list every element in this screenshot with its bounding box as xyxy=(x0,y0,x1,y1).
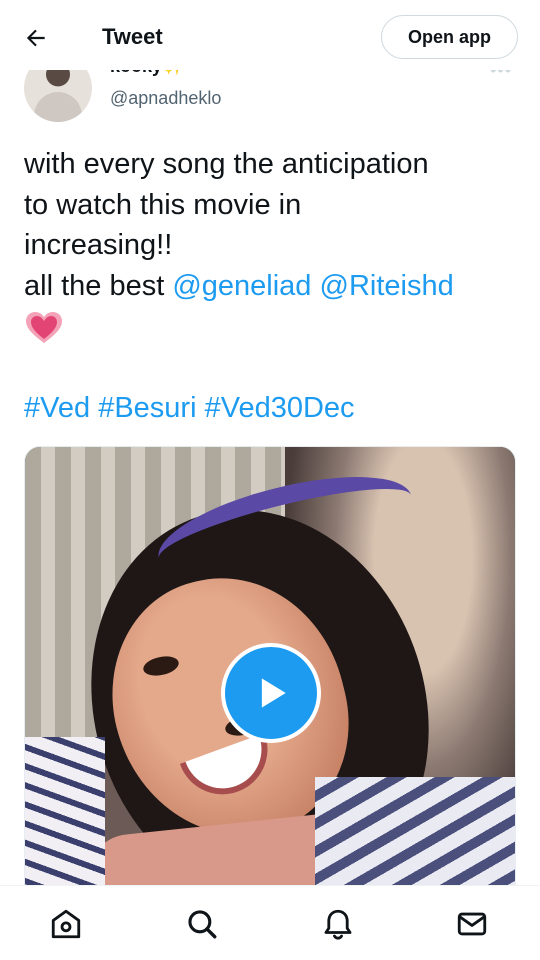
notifications-icon xyxy=(324,909,352,940)
thumbnail-sweater xyxy=(25,737,105,885)
open-app-button[interactable]: Open app xyxy=(381,15,518,59)
tweet-text: with every song the anticipation to watc… xyxy=(24,144,519,358)
search-icon xyxy=(188,910,217,939)
tweet-line: all the best @geneliad @Riteishd xyxy=(24,266,519,307)
tweet-line: increasing!! xyxy=(24,229,173,261)
back-button[interactable] xyxy=(20,22,52,54)
messages-icon xyxy=(457,912,487,936)
play-button[interactable] xyxy=(221,643,321,743)
tweet-line: to watch this movie in xyxy=(24,188,302,221)
back-arrow-icon xyxy=(26,29,45,47)
heart-emoji-icon xyxy=(24,310,64,358)
hashtag-link[interactable]: #Ved30Dec xyxy=(205,392,355,424)
nav-search[interactable] xyxy=(182,904,222,944)
tweet-line: with every song the anticipation xyxy=(24,148,429,180)
hashtag-link[interactable]: #Ved xyxy=(24,392,90,424)
nav-notifications[interactable] xyxy=(318,904,358,944)
thumbnail-sweater xyxy=(315,777,515,885)
hashtags: #Ved #Besuri #Ved30Dec xyxy=(24,388,355,428)
top-bar: Tweet Open app xyxy=(0,0,540,70)
hashtag-link[interactable]: #Besuri xyxy=(98,392,196,424)
user-handle[interactable]: @apnadheklo xyxy=(110,88,221,109)
video-thumbnail[interactable] xyxy=(24,446,516,886)
home-icon xyxy=(51,909,81,939)
nav-home[interactable] xyxy=(46,904,86,944)
bottom-navigation xyxy=(0,885,540,960)
play-icon xyxy=(261,678,286,708)
tweet-line-text: all the best xyxy=(24,269,173,302)
mention-link[interactable]: @geneliad xyxy=(172,270,311,302)
page-title: Tweet xyxy=(102,24,163,49)
nav-messages[interactable] xyxy=(452,904,492,944)
mention-link[interactable]: @Riteishd xyxy=(320,270,454,302)
